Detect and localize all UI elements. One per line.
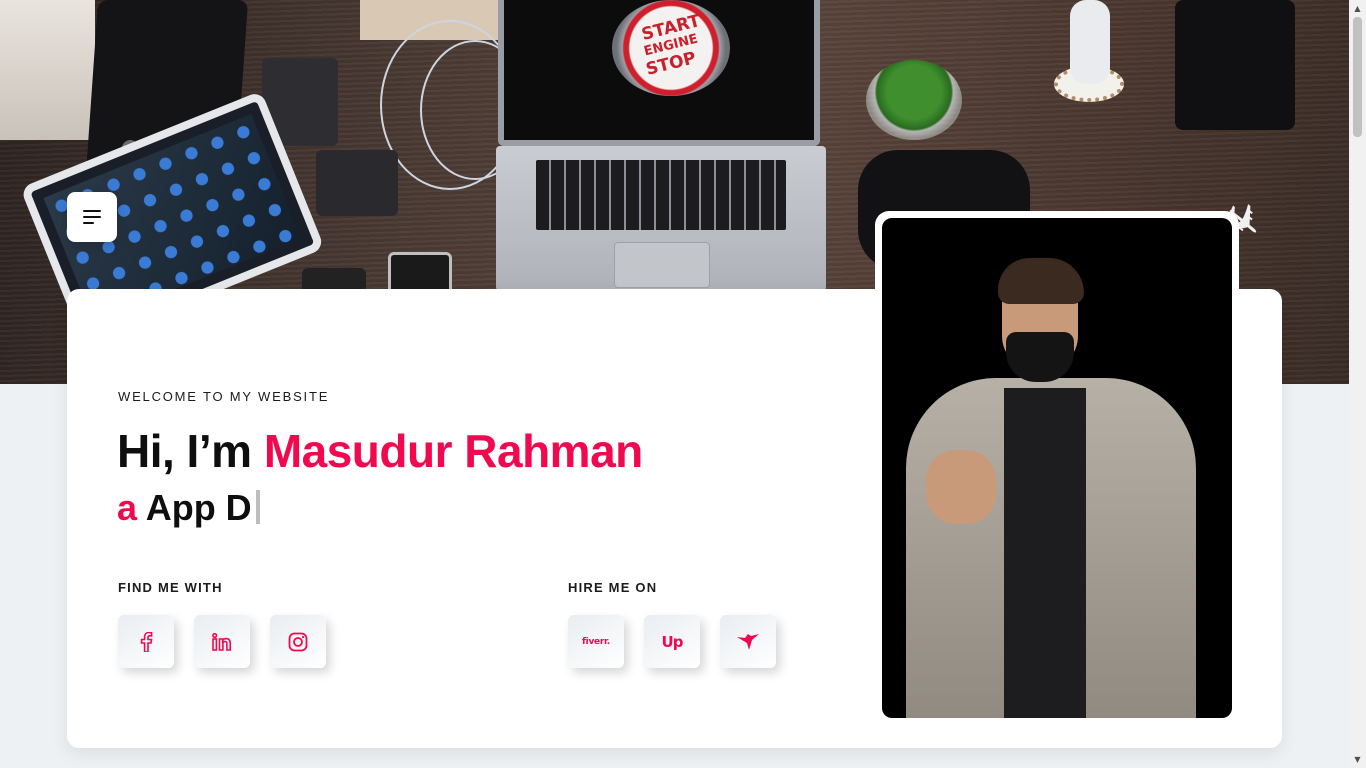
laptop-keyboard: [496, 146, 826, 291]
page-scrollbar[interactable]: ▲ ▼: [1349, 0, 1366, 768]
hire-me-title: HIRE ME ON: [568, 580, 658, 595]
find-me-title: FIND ME WITH: [118, 580, 223, 595]
scroll-up-arrow-icon[interactable]: ▲: [1349, 0, 1366, 17]
facebook-icon: [140, 631, 153, 652]
typing-cursor: [255, 490, 260, 524]
linkedin-link[interactable]: [194, 615, 250, 668]
facebook-link[interactable]: [118, 615, 174, 668]
welcome-text: WELCOME TO MY WEBSITE: [118, 389, 330, 404]
pointing-hand: [926, 450, 996, 524]
laptop-screen: START ENGINE STOP: [498, 0, 820, 146]
scroll-down-arrow-icon[interactable]: ▼: [1349, 751, 1366, 768]
hamburger-menu-icon-line: [83, 222, 94, 224]
hair: [998, 258, 1084, 304]
start-engine-button-image: START ENGINE STOP: [612, 0, 730, 96]
fiverr-link[interactable]: fiverr.: [568, 615, 624, 668]
shirt: [1004, 388, 1086, 718]
greeting-text: Hi, I’m: [117, 425, 264, 477]
window-light: [0, 0, 95, 140]
terrarium-plant: [866, 60, 962, 140]
social-links: [118, 615, 326, 668]
menu-button[interactable]: [67, 192, 117, 242]
upwork-link[interactable]: Up: [644, 615, 700, 668]
linkedin-icon: [212, 632, 231, 651]
hamburger-menu-icon: [83, 210, 101, 212]
name-text: Masudur Rahman: [263, 425, 643, 477]
face-mask: [1006, 332, 1074, 382]
fiverr-icon: fiverr.: [582, 636, 610, 647]
audio-dac: [316, 150, 398, 216]
instagram-icon: [288, 632, 308, 651]
typed-role: a App D: [117, 487, 260, 529]
typed-text: App D: [145, 487, 252, 528]
freelancer-bird-icon: [737, 633, 759, 650]
typed-prefix: a: [117, 487, 138, 528]
hamburger-menu-icon-line: [83, 216, 101, 218]
freelancer-link[interactable]: [720, 615, 776, 668]
instagram-link[interactable]: [270, 615, 326, 668]
trackpad: [614, 242, 710, 288]
hire-links: fiverr. Up: [568, 615, 776, 668]
desk-lamp: [1054, 0, 1124, 104]
keyboard-keys: [536, 160, 786, 230]
scrollbar-thumb[interactable]: [1353, 17, 1362, 137]
upwork-icon: Up: [661, 632, 684, 651]
profile-photo: [882, 218, 1232, 718]
speaker-right: [1175, 0, 1295, 130]
hero-headline: Hi, I’m Masudur Rahman: [117, 424, 643, 478]
lamp-stem: [1070, 0, 1110, 84]
